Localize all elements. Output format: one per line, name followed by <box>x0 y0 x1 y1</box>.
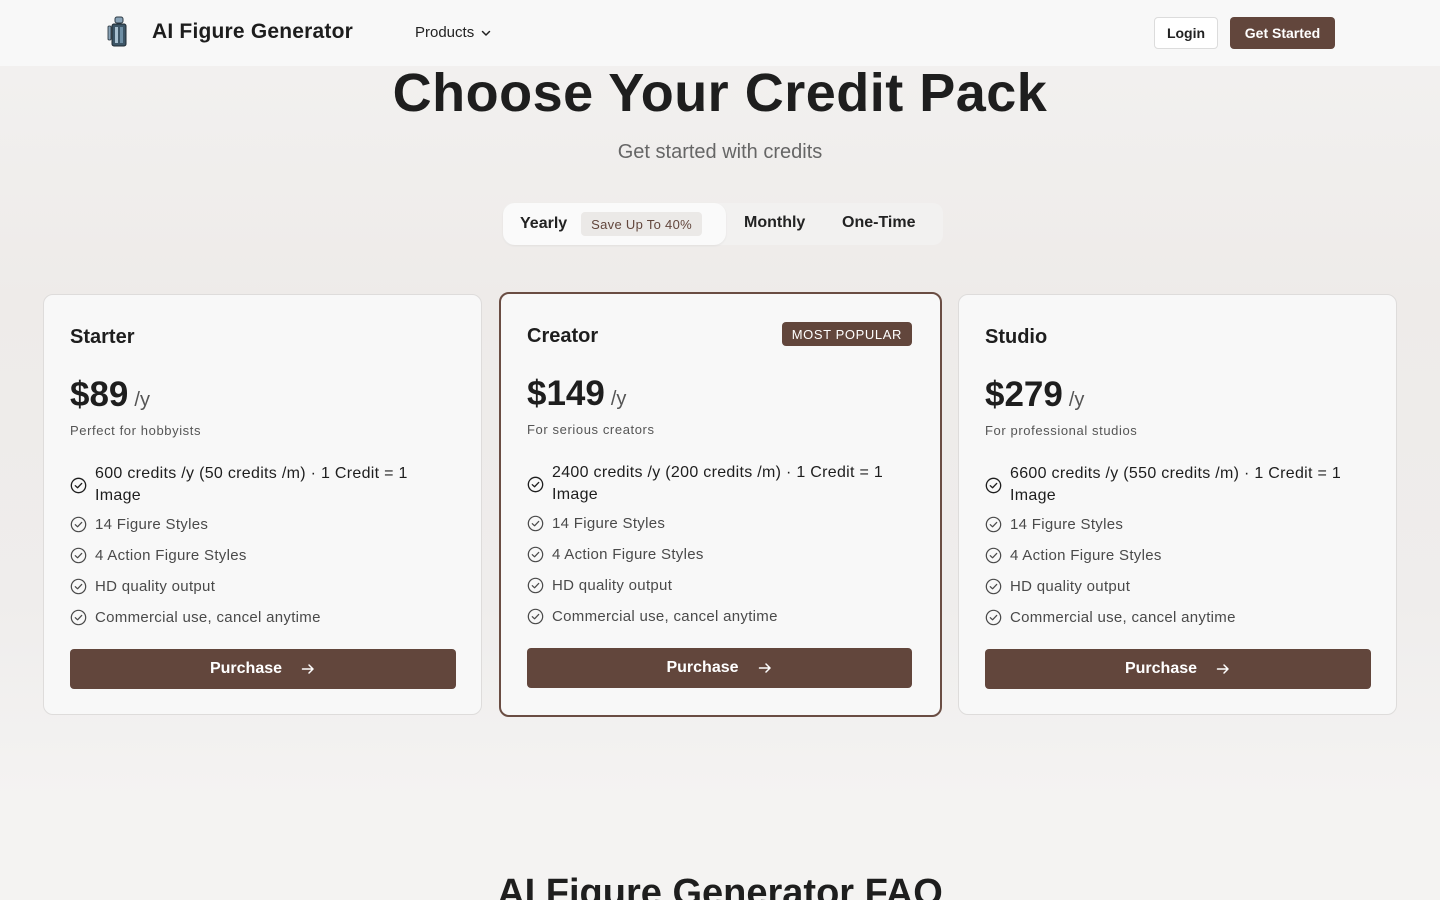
feature-item: Commercial use, cancel anytime <box>70 608 430 628</box>
feature-item: HD quality output <box>985 577 1345 597</box>
brand-name[interactable]: AI Figure Generator <box>152 20 353 44</box>
feature-item: 14 Figure Styles <box>70 515 430 535</box>
check-circle-icon <box>985 578 1002 595</box>
plan-card-starter: Starter $89 /y Perfect for hobbyists 600… <box>43 294 482 715</box>
plan-price: $89 <box>70 375 129 414</box>
plan-name: Studio <box>985 326 1048 348</box>
feature-item-credits: 600 credits /y (50 credits /m) · 1 Credi… <box>70 463 430 507</box>
plan-card-studio: Studio $279 /y For professional studios … <box>958 294 1397 715</box>
page-subtitle: Get started with credits <box>617 141 823 163</box>
check-circle-icon <box>527 546 544 563</box>
check-circle-icon <box>70 516 87 533</box>
feature-text: Commercial use, cancel anytime <box>95 609 321 626</box>
faq-heading: AI Figure Generator FAQ <box>497 872 943 900</box>
check-circle-icon <box>985 477 1002 494</box>
check-circle-icon <box>527 577 544 594</box>
feature-text: 600 credits /y (50 credits /m) · 1 Credi… <box>95 465 408 504</box>
feature-item: 4 Action Figure Styles <box>70 546 430 566</box>
check-circle-icon <box>985 547 1002 564</box>
plan-description: For professional studios <box>985 423 1138 438</box>
feature-item: 4 Action Figure Styles <box>985 546 1345 566</box>
tab-one-time[interactable]: One-Time <box>842 214 916 232</box>
billing-period-toggle: Yearly Save Up To 40% Monthly One-Time <box>503 203 943 245</box>
nav-products-dropdown[interactable]: Products <box>415 24 492 41</box>
plan-period: /y <box>1068 389 1085 411</box>
feature-item: Commercial use, cancel anytime <box>527 607 887 627</box>
feature-text: Commercial use, cancel anytime <box>552 608 778 625</box>
feature-item: 14 Figure Styles <box>985 515 1345 535</box>
top-navbar: AI Figure Generator Products Login Get S… <box>0 0 1440 66</box>
feature-text: HD quality output <box>95 578 216 595</box>
feature-item-credits: 6600 credits /y (550 credits /m) · 1 Cre… <box>985 463 1345 507</box>
nav-products-label: Products <box>415 24 475 41</box>
feature-list: 6600 credits /y (550 credits /m) · 1 Cre… <box>985 463 1345 639</box>
purchase-button[interactable]: Purchase <box>70 649 456 689</box>
get-started-button[interactable]: Get Started <box>1230 17 1335 49</box>
purchase-label: Purchase <box>209 660 283 677</box>
check-circle-icon <box>70 477 87 494</box>
check-circle-icon <box>527 515 544 532</box>
feature-text: HD quality output <box>552 577 673 594</box>
page-title: Choose Your Credit Pack <box>392 63 1048 123</box>
figure-logo-icon[interactable] <box>106 16 132 48</box>
plan-price: $149 <box>527 374 605 413</box>
feature-item: 4 Action Figure Styles <box>527 545 887 565</box>
tab-monthly[interactable]: Monthly <box>744 214 805 232</box>
most-popular-badge: MOST POPULAR <box>781 322 912 346</box>
feature-item: HD quality output <box>527 576 887 596</box>
plan-name: Creator <box>527 325 599 347</box>
feature-text: Commercial use, cancel anytime <box>1010 609 1236 626</box>
check-circle-icon <box>70 609 87 626</box>
check-circle-icon <box>70 547 87 564</box>
feature-item: Commercial use, cancel anytime <box>985 608 1345 628</box>
purchase-label: Purchase <box>666 659 739 676</box>
feature-text: 14 Figure Styles <box>95 516 209 533</box>
feature-item: HD quality output <box>70 577 430 597</box>
feature-text: 2400 credits /y (200 credits /m) · 1 Cre… <box>552 464 884 503</box>
purchase-button[interactable]: Purchase <box>527 648 912 688</box>
feature-text: 4 Action Figure Styles <box>1010 547 1162 564</box>
price-row: $89 /y <box>70 375 150 415</box>
check-circle-icon <box>527 476 544 493</box>
plan-name: Starter <box>70 326 135 348</box>
purchase-button[interactable]: Purchase <box>985 649 1371 689</box>
feature-text: 14 Figure Styles <box>552 515 666 532</box>
plan-description: For serious creators <box>527 422 655 437</box>
check-circle-icon <box>985 516 1002 533</box>
feature-list: 600 credits /y (50 credits /m) · 1 Credi… <box>70 463 430 639</box>
feature-text: HD quality output <box>1010 578 1131 595</box>
plan-period: /y <box>610 388 627 410</box>
feature-text: 6600 credits /y (550 credits /m) · 1 Cre… <box>1010 465 1342 504</box>
plan-card-creator: Creator MOST POPULAR $149 /y For serious… <box>499 292 942 717</box>
feature-text: 14 Figure Styles <box>1010 516 1124 533</box>
feature-text: 4 Action Figure Styles <box>95 547 247 564</box>
check-circle-icon <box>527 608 544 625</box>
feature-list: 2400 credits /y (200 credits /m) · 1 Cre… <box>527 462 887 638</box>
arrow-right-icon <box>301 664 314 674</box>
save-badge: Save Up To 40% <box>581 212 702 236</box>
chevron-down-icon <box>481 30 491 36</box>
plan-description: Perfect for hobbyists <box>70 423 202 438</box>
arrow-right-icon <box>1216 664 1229 674</box>
check-circle-icon <box>985 609 1002 626</box>
tab-yearly[interactable]: Yearly Save Up To 40% <box>503 203 726 245</box>
plan-price: $279 <box>985 375 1063 414</box>
purchase-label: Purchase <box>1124 660 1198 677</box>
feature-text: 4 Action Figure Styles <box>552 546 704 563</box>
arrow-right-icon <box>758 663 771 673</box>
check-circle-icon <box>70 578 87 595</box>
price-row: $149 /y <box>527 374 626 414</box>
login-button[interactable]: Login <box>1154 17 1218 49</box>
plan-period: /y <box>134 389 150 411</box>
tab-yearly-label: Yearly <box>520 215 568 232</box>
feature-item-credits: 2400 credits /y (200 credits /m) · 1 Cre… <box>527 462 887 506</box>
feature-item: 14 Figure Styles <box>527 514 887 534</box>
price-row: $279 /y <box>985 375 1084 415</box>
